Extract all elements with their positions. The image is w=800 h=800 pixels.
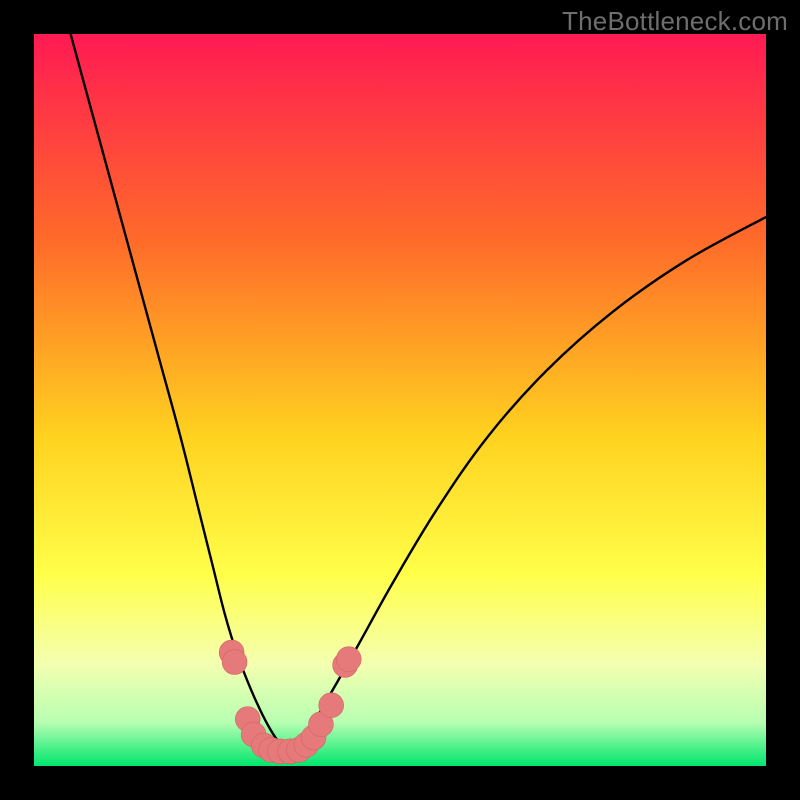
data-marker xyxy=(336,647,361,672)
bottleneck-curve xyxy=(34,34,766,766)
data-marker xyxy=(222,650,247,675)
chart-frame: TheBottleneck.com xyxy=(0,0,800,800)
data-marker xyxy=(319,693,344,718)
watermark-text: TheBottleneck.com xyxy=(562,6,788,37)
plot-area xyxy=(34,34,766,766)
